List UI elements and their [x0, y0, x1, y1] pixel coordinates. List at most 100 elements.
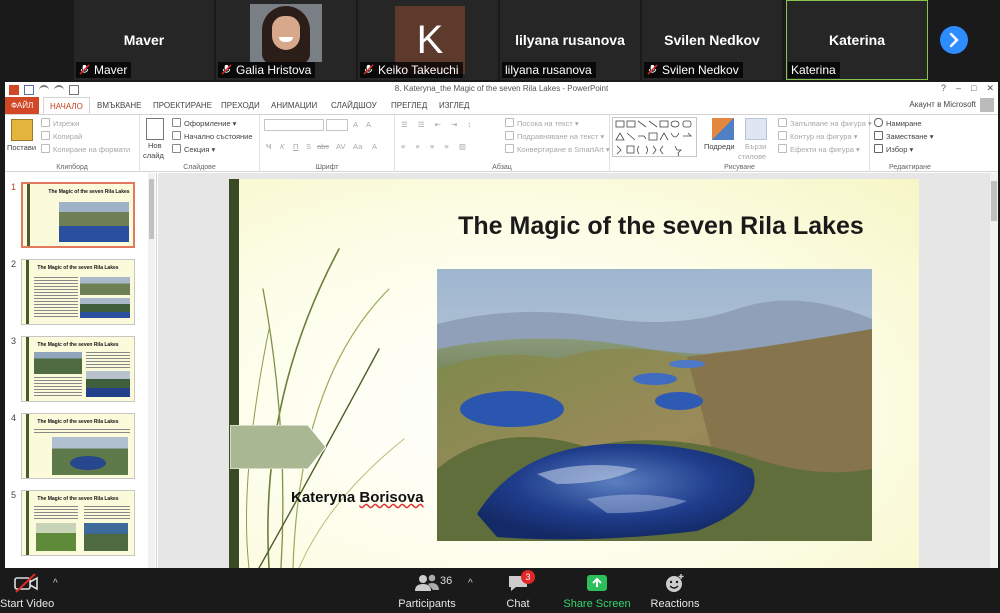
slide-number: 2	[11, 259, 17, 269]
video-options-caret[interactable]: ^	[53, 578, 58, 589]
slide-thumbnail-2[interactable]: The Magic of the seven Rila Lakes	[21, 259, 135, 325]
list-buttons[interactable]: ☰ ☰ ⇤ ⇥ ↕	[401, 119, 475, 130]
layout-icon	[172, 118, 181, 127]
minimize-icon[interactable]: –	[956, 83, 961, 94]
underline-button[interactable]: П	[293, 141, 298, 152]
thumbnails-scrollbar[interactable]	[148, 173, 155, 568]
tab-animations[interactable]: АНИМАЦИИ	[265, 97, 323, 114]
slide-thumbnail-4[interactable]: The Magic of the seven Rila Lakes	[21, 413, 135, 479]
chat-label: Chat	[506, 598, 530, 610]
participant-tile-keiko[interactable]: K Keiko Takeuchi	[358, 0, 498, 80]
find-button[interactable]: Намиране	[874, 118, 922, 129]
format-painter-button[interactable]: Копиране на формати	[41, 144, 130, 155]
slide-thumbnail-1[interactable]: The Magic of the seven Rila Lakes	[21, 182, 135, 248]
slide-thumbnail-5[interactable]: The Magic of the seven Rila Lakes	[21, 490, 135, 556]
powerpoint-titlebar: 8. Kateryna_the Magic of the seven Rila …	[5, 82, 998, 97]
group-label: Редактиране	[889, 164, 931, 171]
account-avatar[interactable]	[980, 98, 994, 112]
rila-lakes-photo	[437, 269, 872, 541]
font-group: А А Ч К П S abc AV Аа А Шрифт	[260, 115, 395, 172]
shape-effects-button[interactable]: Ефекти на фигура ▾	[778, 144, 860, 155]
cursor-icon	[874, 144, 883, 153]
layout-button[interactable]: Оформление ▾	[172, 118, 236, 129]
quick-styles-button-line2: стилове	[738, 152, 767, 161]
start-video-button[interactable]: Start Video	[0, 568, 54, 613]
slide-scrollbar[interactable]	[990, 173, 998, 568]
char-spacing-button[interactable]: AV	[336, 141, 345, 152]
tab-insert[interactable]: ВМЪКВАНЕ	[91, 97, 148, 114]
participant-tile-svilen[interactable]: Svilen Nedkov Svilen Nedkov	[642, 0, 782, 80]
tab-slideshow[interactable]: СЛАЙДШОУ	[325, 97, 383, 114]
shape-fill-button[interactable]: Запълване на фигура ▾	[778, 118, 872, 129]
font-grow-button[interactable]: А	[353, 119, 358, 130]
tab-file[interactable]: ФАЙЛ	[5, 97, 40, 114]
slide-title[interactable]: The Magic of the seven Rila Lakes	[441, 212, 881, 241]
slide-author[interactable]: Kateryna Borisova	[291, 489, 424, 506]
tab-view[interactable]: ИЗГЛЕД	[433, 97, 475, 114]
shapes-gallery[interactable]	[612, 117, 697, 158]
shared-screen-powerpoint: 8. Kateryna_the Magic of the seven Rila …	[5, 82, 998, 568]
font-shrink-button[interactable]: А	[366, 119, 371, 130]
participants-options-caret[interactable]: ^	[468, 578, 473, 589]
share-screen-button[interactable]: Share Screen	[560, 568, 634, 613]
participant-strip: Maver Maver Galia Hristova K Keiko Takeu…	[0, 0, 1000, 81]
participant-label: Maver	[76, 62, 132, 78]
close-icon[interactable]: ✕	[986, 83, 994, 94]
participant-label: Keiko Takeuchi	[360, 62, 463, 78]
replace-button[interactable]: Заместване ▾	[874, 131, 933, 142]
select-button[interactable]: Избор ▾	[874, 144, 913, 155]
muted-mic-icon	[79, 64, 90, 75]
paragraph-group: ☰ ☰ ⇤ ⇥ ↕ Посока на текст ▾ Подравняване…	[395, 115, 610, 172]
tab-home[interactable]: НАЧАЛО	[43, 97, 90, 114]
meeting-toolbar: Start Video ^ Participants 36 ^ Chat 3 S…	[0, 568, 1000, 613]
paste-button[interactable]: Постави	[7, 142, 36, 153]
text-direction-button[interactable]: Посока на текст ▾	[505, 118, 579, 129]
thumbnail-title: The Magic of the seven Rila Lakes	[37, 419, 119, 425]
tab-design[interactable]: ПРОЕКТИРАНЕ	[147, 97, 218, 114]
shadow-button[interactable]: S	[306, 141, 311, 152]
reset-button[interactable]: Начално състояние	[172, 131, 253, 142]
participant-tile-maver[interactable]: Maver Maver	[74, 0, 214, 80]
arrange-button[interactable]: Подреди	[704, 141, 735, 152]
font-name-select[interactable]	[264, 119, 324, 131]
maximize-icon[interactable]: □	[971, 83, 976, 94]
reactions-label: Reactions	[650, 598, 700, 610]
next-participants-button[interactable]	[940, 26, 968, 54]
copy-button[interactable]: Копирай	[41, 131, 82, 142]
smartart-button[interactable]: Конвертиране в SmartArt ▾	[505, 144, 610, 155]
muted-mic-icon	[363, 64, 374, 75]
strikethrough-button[interactable]: abc	[317, 141, 329, 152]
reactions-button[interactable]: Reactions	[646, 568, 704, 613]
current-slide[interactable]: The Magic of the seven Rila Lakes Katery…	[229, 179, 919, 568]
bold-button[interactable]: Ч	[266, 141, 271, 152]
tab-transitions[interactable]: ПРЕХОДИ	[215, 97, 266, 114]
slide-thumbnail-3[interactable]: The Magic of the seven Rila Lakes	[21, 336, 135, 402]
text-direction-icon	[505, 118, 514, 127]
align-buttons[interactable]: ≡ ≡ ≡ ≡ ▥	[401, 141, 470, 152]
drawing-group: Подреди Бързи стилове Запълване на фигур…	[610, 115, 872, 172]
shape-outline-button[interactable]: Контур на фигура ▾	[778, 131, 857, 142]
align-text-icon	[505, 131, 514, 140]
shapes-icon	[615, 120, 692, 158]
align-text-button[interactable]: Подравняване на текст ▾	[505, 131, 604, 142]
slide-number: 1	[11, 182, 17, 192]
font-color-button[interactable]: А	[372, 141, 377, 152]
binoculars-icon	[874, 118, 883, 127]
font-size-select[interactable]	[326, 119, 348, 131]
cut-button[interactable]: Изрежи	[41, 118, 79, 129]
thumbnail-title: The Magic of the seven Rila Lakes	[37, 342, 119, 348]
participant-tile-lilyana[interactable]: lilyana rusanova lilyana rusanova	[500, 0, 640, 80]
account-link[interactable]: Акаунт в Microsoft	[909, 100, 976, 109]
tab-review[interactable]: ПРЕГЛЕД	[385, 97, 433, 114]
change-case-button[interactable]: Аа	[353, 141, 362, 152]
participant-tile-katerina[interactable]: Katerina Katerina	[786, 0, 928, 80]
italic-button[interactable]: К	[280, 141, 284, 152]
group-label: Абзац	[492, 164, 512, 171]
ribbon: Постави Изрежи Копирай Копиране на форма…	[5, 114, 998, 172]
participant-tile-galia[interactable]: Galia Hristova	[216, 0, 356, 80]
participants-icon	[415, 574, 439, 591]
section-button[interactable]: Секция ▾	[172, 144, 215, 155]
help-icon[interactable]: ?	[941, 83, 946, 94]
participant-label: Svilen Nedkov	[644, 62, 743, 78]
video-off-icon	[14, 573, 38, 593]
